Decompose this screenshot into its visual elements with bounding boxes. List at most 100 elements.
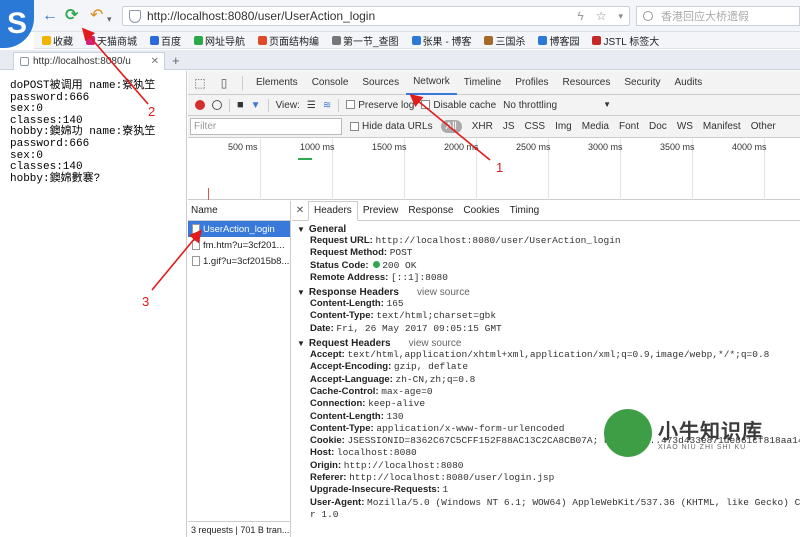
search-box[interactable]: 香港回应大桥遗假	[636, 6, 800, 26]
close-tab-icon[interactable]: ✕	[151, 56, 159, 67]
browser-logo-icon[interactable]: S	[0, 0, 34, 48]
bookmark-icon	[150, 35, 159, 45]
header-row: User-Agent: Mozilla/5.0 (Windows NT 6.1;…	[292, 497, 800, 509]
bookmark-item[interactable]: 天猫商城	[86, 33, 137, 48]
refresh-icon[interactable]: ⟳	[65, 7, 78, 25]
clear-icon[interactable]	[212, 100, 222, 110]
filter-type-xhr[interactable]: XHR	[472, 121, 493, 132]
general-section-header[interactable]: ▼ General	[292, 223, 800, 235]
star-icon[interactable]: ☆	[596, 9, 607, 23]
undo-icon[interactable]: ↶	[90, 7, 103, 25]
filter-type-font[interactable]: Font	[619, 121, 639, 132]
tab-response[interactable]: Response	[403, 201, 458, 221]
device-mode-icon[interactable]: ▯	[212, 76, 236, 90]
watermark: 小牛知识库 XIAO NIU ZHI SHI KU	[604, 408, 800, 458]
detail-tabs: ✕ Headers Preview Response Cookies Timing	[292, 201, 800, 221]
bookmark-item[interactable]: 博客园	[538, 33, 579, 48]
request-row[interactable]: UserAction_login	[188, 221, 290, 237]
view-source-link[interactable]: view source	[409, 338, 462, 349]
new-tab-button[interactable]: +	[172, 53, 180, 68]
tab-headers[interactable]: Headers	[308, 201, 358, 221]
filter-type-other[interactable]: Other	[751, 121, 776, 132]
bookmark-item[interactable]: 张果 - 博客	[411, 33, 471, 48]
filter-icon[interactable]: ▼	[251, 100, 261, 111]
request-row[interactable]: 1.gif?u=3cf2015b8...	[188, 253, 290, 269]
bookmark-icon	[86, 35, 95, 45]
bookmark-item[interactable]: 网址导航	[194, 33, 245, 48]
view-source-link[interactable]: view source	[417, 287, 470, 298]
lightning-icon[interactable]: ϟ	[577, 9, 583, 23]
bookmark-item[interactable]: 页面结构编	[258, 33, 319, 48]
status-summary: 3 requests | 701 B tran...	[188, 521, 291, 537]
name-column-header[interactable]: Name	[188, 201, 290, 221]
timeline-tick-label: 2000 ms	[444, 142, 479, 152]
bookmark-item[interactable]: 百度	[150, 33, 181, 48]
bookmark-label: 第一节_查图	[343, 36, 399, 48]
filter-type-manifest[interactable]: Manifest	[703, 121, 741, 132]
filter-type-media[interactable]: Media	[582, 121, 609, 132]
file-icon	[192, 240, 200, 250]
filter-type-doc[interactable]: Doc	[649, 121, 667, 132]
header-value: r 1.0	[310, 508, 339, 520]
filter-input[interactable]: Filter	[190, 118, 342, 135]
address-dropdown-icon[interactable]: ▾	[618, 11, 623, 22]
header-value: http://localhost:8080/user/login.jsp	[349, 472, 555, 484]
request-headers-section-header[interactable]: ▼ Request Headers view source	[292, 337, 800, 349]
filter-type-js[interactable]: JS	[503, 121, 515, 132]
overview-icon[interactable]: ≋	[323, 100, 331, 111]
hide-data-urls-checkbox[interactable]: Hide data URLs	[350, 121, 433, 132]
filter-type-css[interactable]: CSS	[525, 121, 546, 132]
preserve-log-checkbox[interactable]: Preserve log	[346, 100, 414, 111]
tab-preview[interactable]: Preview	[358, 201, 404, 221]
bookmark-item[interactable]: JSTL 标签大	[592, 33, 659, 48]
throttling-select[interactable]: No throttling ▼	[503, 100, 611, 111]
header-value: zh-CN,zh;q=0.8	[395, 373, 476, 385]
request-name: UserAction_login	[203, 223, 275, 235]
header-value: [::1]:8080	[390, 271, 448, 283]
back-arrow-icon[interactable]: ←	[42, 7, 58, 25]
camera-icon[interactable]: ■	[237, 99, 244, 111]
header-value: text/html,application/xhtml+xml,applicat…	[347, 349, 770, 361]
header-value: localhost:8080	[336, 447, 417, 459]
tab-sources[interactable]: Sources	[355, 71, 406, 95]
disable-cache-checkbox[interactable]: Disable cache	[421, 100, 496, 111]
tab-console[interactable]: Console	[305, 71, 356, 95]
address-bar[interactable]: http://localhost:8080/user/UserAction_lo…	[122, 6, 630, 26]
bookmark-item[interactable]: 三国杀	[484, 33, 525, 48]
bookmark-item[interactable]: 收藏	[42, 33, 73, 48]
inspect-icon[interactable]: ⬚	[188, 76, 212, 90]
header-value: POST	[389, 247, 413, 259]
request-row[interactable]: fm.htm?u=3cf201...	[188, 237, 290, 253]
tab-cookies[interactable]: Cookies	[458, 201, 504, 221]
header-value: 200 OK	[382, 259, 417, 271]
header-key: Content-Type:	[310, 422, 374, 434]
response-headers-section-header[interactable]: ▼ Response Headers view source	[292, 286, 800, 298]
bookmark-item[interactable]: 第一节_查图	[332, 33, 399, 48]
header-value: 1	[442, 484, 449, 496]
tab-audits[interactable]: Audits	[667, 71, 709, 95]
close-icon[interactable]: ✕	[292, 205, 308, 216]
tab-timing[interactable]: Timing	[505, 201, 545, 221]
header-value: Mozilla/5.0 (Windows NT 6.1; WOW64) Appl…	[367, 496, 800, 508]
tab-timeline[interactable]: Timeline	[457, 71, 508, 95]
header-value: gzip, deflate	[393, 361, 469, 373]
undo-dropdown-icon[interactable]: ▾	[107, 10, 112, 28]
browser-toolbar: S ← ⟳ ↶ ▾ http://localhost:8080/user/Use…	[0, 0, 800, 48]
view-label: View:	[275, 99, 300, 111]
browser-tab[interactable]: http://localhost:8080/u ✕	[13, 52, 165, 70]
tab-network[interactable]: Network	[406, 71, 457, 95]
filter-type-all[interactable]: All	[440, 120, 462, 133]
filter-type-img[interactable]: Img	[555, 121, 572, 132]
tab-security[interactable]: Security	[617, 71, 667, 95]
bookmark-label: 博客园	[549, 36, 580, 48]
list-view-icon[interactable]: ☰	[307, 100, 316, 111]
bookmark-icon	[194, 35, 203, 45]
tab-profiles[interactable]: Profiles	[508, 71, 555, 95]
tab-resources[interactable]: Resources	[556, 71, 618, 95]
header-key: Remote Address:	[310, 271, 389, 283]
record-icon[interactable]	[195, 100, 205, 110]
filter-type-ws[interactable]: WS	[677, 121, 693, 132]
header-key: Cache-Control:	[310, 385, 379, 397]
bookmark-label: 网址导航	[205, 36, 245, 48]
tab-elements[interactable]: Elements	[249, 71, 305, 95]
